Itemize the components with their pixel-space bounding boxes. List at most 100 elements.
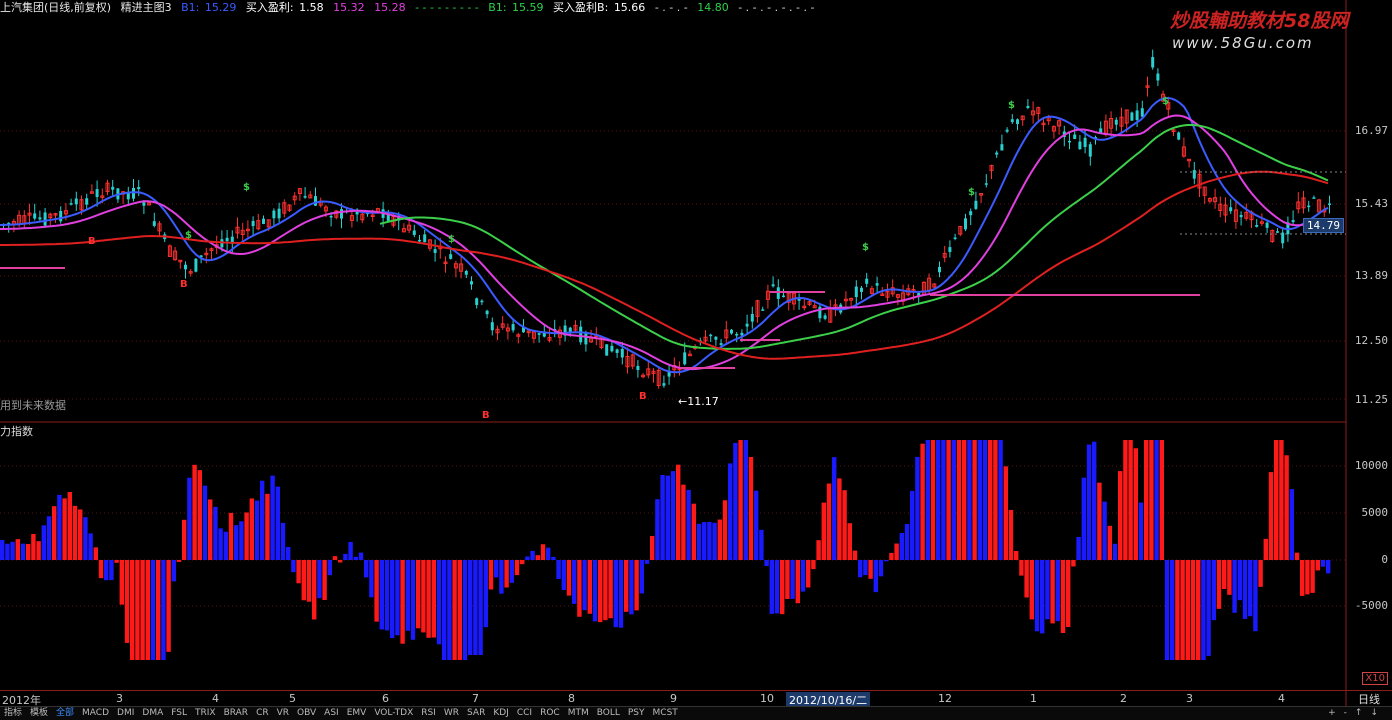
tab-control-button[interactable]: - bbox=[1340, 707, 1351, 720]
oscillator-bar bbox=[400, 560, 405, 644]
oscillator-bar bbox=[176, 560, 182, 562]
tab-controls: + - ↑ ↓ bbox=[1320, 707, 1386, 720]
candle-body bbox=[74, 198, 78, 205]
price-label: 13.89 bbox=[1354, 269, 1388, 282]
oscillator-bar bbox=[499, 560, 504, 594]
oscillator-bar bbox=[863, 560, 868, 576]
oscillator-bar bbox=[78, 509, 83, 560]
tab-trix[interactable]: TRIX bbox=[191, 707, 220, 720]
tab-wr[interactable]: WR bbox=[440, 707, 463, 720]
indicator-tab-bar: 指标 模板 全部 MACD DMI DMA FSL TRIX BRAR CR VR OBV ASI EMV… bbox=[0, 706, 1392, 720]
candle-body bbox=[433, 249, 437, 253]
tab-kdj[interactable]: KDJ bbox=[489, 707, 513, 720]
oscillator-bar bbox=[884, 560, 889, 562]
candle-body bbox=[1114, 119, 1118, 125]
oscillator-bar bbox=[951, 440, 956, 560]
tab-psy[interactable]: PSY bbox=[624, 707, 649, 720]
oscillator-bar bbox=[634, 560, 639, 611]
candle-body bbox=[969, 211, 973, 216]
oscillator-bar bbox=[260, 480, 265, 560]
tab-mtm[interactable]: MTM bbox=[564, 707, 593, 720]
tab-vr[interactable]: VR bbox=[273, 707, 293, 720]
oscillator-bar bbox=[509, 560, 514, 583]
oscillator-bar bbox=[514, 560, 520, 576]
tab-cr[interactable]: CR bbox=[252, 707, 273, 720]
oscillator-bar bbox=[998, 440, 1003, 560]
tab-rsi[interactable]: RSI bbox=[417, 707, 440, 720]
bb1-label: B1: bbox=[488, 1, 507, 14]
candle-body bbox=[85, 198, 89, 205]
tab-control-button[interactable]: ↓ bbox=[1366, 707, 1382, 720]
oscillator-bar bbox=[535, 555, 540, 560]
tab-obv[interactable]: OBV bbox=[293, 707, 320, 720]
oscillator-bar bbox=[613, 560, 618, 628]
period-selector[interactable]: 日线 bbox=[1346, 690, 1392, 707]
date-label: 7 bbox=[472, 692, 479, 705]
oscillator-bar bbox=[946, 440, 951, 560]
sell-signal-icon: $ bbox=[1008, 100, 1015, 111]
chart-header: 上汽集团(日线,前复权) 精进主图3 B1: 15.29 买入盈利: 1.58 … bbox=[0, 0, 820, 16]
oscillator-bar bbox=[421, 560, 426, 633]
candle-body bbox=[1000, 144, 1004, 151]
tab-dma[interactable]: DMA bbox=[138, 707, 167, 720]
oscillator-bar bbox=[20, 543, 26, 560]
oscillator-bar bbox=[1040, 560, 1045, 634]
date-label: 10 bbox=[760, 692, 774, 705]
tab-roc[interactable]: ROC bbox=[536, 707, 564, 720]
candle-body bbox=[948, 247, 952, 252]
tab-cci[interactable]: CCI bbox=[513, 707, 536, 720]
tab--[interactable]: 全部 bbox=[52, 707, 78, 720]
oscillator-bar bbox=[592, 560, 598, 622]
candle-body bbox=[137, 187, 141, 190]
tab-emv[interactable]: EMV bbox=[343, 707, 371, 720]
tab-macd[interactable]: MACD bbox=[78, 707, 113, 720]
oscillator-bar bbox=[520, 560, 525, 565]
oscillator-bar bbox=[15, 539, 20, 560]
candle-body bbox=[272, 210, 276, 219]
oscillator-bar bbox=[629, 560, 634, 615]
oscillator-bar bbox=[31, 533, 36, 560]
tab-control-button[interactable]: ↑ bbox=[1351, 707, 1367, 720]
tab-dmi[interactable]: DMI bbox=[113, 707, 138, 720]
oscillator-bar bbox=[852, 550, 858, 560]
oscillator-bar bbox=[390, 560, 395, 639]
tab-boll[interactable]: BOLL bbox=[593, 707, 624, 720]
oscillator-bar bbox=[452, 560, 457, 660]
scale-badge[interactable]: X10 bbox=[1362, 672, 1388, 685]
tab-mcst[interactable]: MCST bbox=[649, 707, 682, 720]
oscillator-bar bbox=[67, 491, 72, 560]
candle-body bbox=[184, 264, 187, 270]
oscillator-bar bbox=[800, 560, 806, 592]
tab--[interactable]: 指标 bbox=[0, 707, 26, 720]
tab-brar[interactable]: BRAR bbox=[220, 707, 252, 720]
oscillator-bar bbox=[1164, 560, 1170, 660]
tab-control-button[interactable]: + bbox=[1324, 707, 1340, 720]
oscillator-bar bbox=[0, 540, 5, 560]
candle-body bbox=[719, 343, 723, 345]
tab--[interactable]: 模板 bbox=[26, 707, 52, 720]
oscillator-bar bbox=[114, 560, 119, 563]
oscillator-bar bbox=[525, 556, 530, 560]
date-label: 5 bbox=[289, 692, 296, 705]
candle-body bbox=[340, 209, 343, 219]
buy-profit-b-label: 买入盈利B: bbox=[553, 1, 609, 14]
oscillator-bar bbox=[62, 498, 67, 560]
price-chart[interactable]: $ $ $ $ $ $ $ B B B B bbox=[0, 0, 1392, 719]
future-data-note: 用到未来数据 bbox=[0, 399, 66, 412]
tab-fsl[interactable]: FSL bbox=[167, 707, 191, 720]
oscillator-bar bbox=[540, 544, 546, 560]
candle-body bbox=[1078, 141, 1082, 150]
indicator-name[interactable]: 精进主图3 bbox=[121, 1, 172, 14]
date-label: 9 bbox=[670, 692, 677, 705]
oscillator-bar bbox=[759, 529, 764, 560]
tab-vol-tdx[interactable]: VOL-TDX bbox=[370, 707, 417, 720]
candle-body bbox=[823, 315, 827, 319]
oscillator-bar bbox=[582, 560, 587, 611]
tab-sar[interactable]: SAR bbox=[463, 707, 489, 720]
candle-body bbox=[152, 221, 156, 226]
price-label: 16.97 bbox=[1354, 124, 1388, 137]
oscillator-bar bbox=[1008, 509, 1014, 560]
oscillator-bar bbox=[41, 525, 46, 560]
sell-signal-icon: $ bbox=[968, 187, 975, 198]
tab-asi[interactable]: ASI bbox=[320, 707, 343, 720]
